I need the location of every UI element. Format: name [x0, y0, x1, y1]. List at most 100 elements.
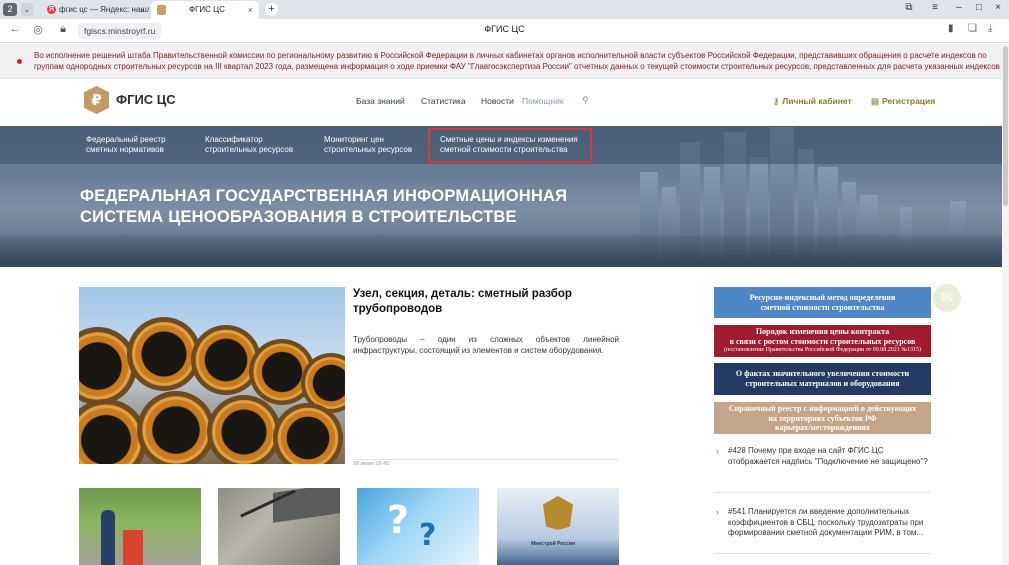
reader-icon[interactable]: ❏	[968, 23, 977, 34]
notice-text[interactable]: Во исполнение решений штаба Правительств…	[34, 50, 1000, 72]
pipe-shape	[273, 403, 343, 464]
person-figure	[101, 510, 115, 565]
button-line: Порядок изменения цены контракта	[755, 327, 890, 336]
tab-yandex[interactable]: Я фгис цс — Яндекс: нашлос ×	[41, 1, 149, 19]
registration-label: Регистрация	[882, 96, 936, 106]
button-line: О фактах значительного увеличения стоимо…	[735, 369, 910, 378]
divider	[353, 459, 619, 460]
contract-price-change-button[interactable]: Порядок изменения цены контракта в связи…	[714, 325, 931, 357]
chevron-right-icon: ›	[716, 446, 719, 456]
price-increase-facts-button[interactable]: О фактах значительного увеличения стоимо…	[714, 363, 931, 395]
equipment-shape	[123, 530, 143, 565]
menu-price-monitoring[interactable]: Мониторинг цен строительных ресурсов	[324, 135, 412, 155]
button-line: Справочный реестр с информацией о действ…	[728, 404, 917, 413]
menu-icon[interactable]: ≡	[928, 2, 942, 13]
new-tab-plus-icon[interactable]: +	[265, 3, 278, 16]
calculator-shape	[273, 488, 340, 523]
menu-line: Федеральный реестр	[86, 135, 166, 144]
featured-description: Трубопроводы – один из сложных объектов …	[353, 335, 619, 355]
button-line: строительных материалов и оборудования	[745, 378, 900, 388]
news-thumbnail-ministry[interactable]: Минстрой России	[497, 488, 619, 565]
button-line: на территориях субъектов РФ	[768, 413, 877, 423]
hero-title: ФЕДЕРАЛЬНАЯ ГОСУДАРСТВЕННАЯ ИНФОРМАЦИОНН…	[80, 186, 567, 228]
address-bar: ← ◎ 🔒︎ fgiscs.minstroyrf.ru ФГИС ЦС ▮ ❏ …	[0, 19, 1009, 43]
nav-knowledge-base[interactable]: База знаний	[356, 96, 405, 106]
ruble-logo-icon[interactable]: ₽	[84, 86, 109, 114]
nav-statistics[interactable]: Статистика	[421, 96, 466, 106]
menu-line: Мониторинг цен	[324, 135, 384, 144]
site-logo-text[interactable]: ФГИС ЦС	[116, 92, 176, 107]
quarries-registry-button[interactable]: Справочный реестр с информацией о действ…	[714, 402, 931, 434]
close-window-icon[interactable]: ×	[991, 2, 1005, 13]
nav-assistant[interactable]: Помощник	[522, 96, 564, 106]
hero-banner: Федеральный реестр сметных нормативов Кл…	[0, 126, 1009, 267]
lock-icon[interactable]: 🔒︎	[56, 23, 70, 36]
tab-counter-badge[interactable]: 2	[3, 3, 17, 16]
news-thumbnail-calculator[interactable]	[218, 488, 340, 565]
featured-image-pipes[interactable]	[79, 287, 345, 464]
tab-title: фгис цс — Яндекс: нашлос	[59, 5, 149, 14]
minimize-icon[interactable]: –	[952, 2, 966, 13]
account-icon[interactable]: ◎	[31, 23, 45, 36]
divider	[714, 553, 931, 554]
close-icon[interactable]: ×	[248, 1, 253, 19]
button-line: сметной стоимости строительства	[760, 302, 885, 312]
back-arrow-icon[interactable]: ←	[8, 23, 22, 35]
button-line: Ресурсно-индексный метод определения	[749, 293, 896, 302]
news-thumbnail-surveyor[interactable]	[79, 488, 201, 565]
maximize-icon[interactable]: □	[972, 2, 986, 13]
tab-title: ФГИС ЦС	[189, 5, 225, 14]
registration-link[interactable]: ▤ Регистрация	[871, 96, 935, 107]
yandex-favicon-icon: Я	[47, 5, 56, 14]
browser-tab-bar: 2 ⌄ Я фгис цс — Яндекс: нашлос × ФГИС ЦС…	[0, 0, 1009, 19]
pipe-shape	[207, 395, 281, 464]
qa-item[interactable]: › #541 Планируется ли введение дополните…	[714, 507, 931, 539]
button-line: карьерах/месторождениях	[774, 423, 871, 432]
menu-line: строительных ресурсов	[324, 145, 413, 154]
tab-fgis[interactable]: ФГИС ЦС ×	[151, 1, 259, 19]
url-field[interactable]: fgiscs.minstroyrf.ru	[78, 23, 162, 39]
resource-index-method-button[interactable]: Ресурсно-индексный метод определения сме…	[714, 287, 931, 318]
qa-text: #541 Планируется ли введение дополнитель…	[728, 507, 924, 537]
notice-banner: Во исполнение решений штаба Правительств…	[0, 44, 1009, 79]
site-header: ₽ ФГИС ЦС База знаний Статистика Новости…	[0, 80, 1009, 126]
highlight-box	[428, 128, 592, 163]
menu-line: сметных нормативов	[86, 145, 164, 154]
form-icon: ▤	[871, 96, 880, 106]
key-icon: ⚷	[773, 96, 780, 106]
pipe-shape	[127, 317, 201, 391]
city-foreground	[0, 235, 1009, 267]
qa-item[interactable]: › #428 Почему при входе на сайт ФГИС ЦС …	[714, 446, 931, 467]
scrollbar-thumb[interactable]	[1003, 46, 1008, 206]
question-mark-icon: ?	[387, 498, 410, 542]
button-note: (постановление Правительства Российской …	[723, 347, 921, 353]
notice-dot-icon	[17, 59, 22, 64]
qa-text: #428 Почему при входе на сайт ФГИС ЦС от…	[728, 446, 928, 466]
hero-title-line: ФЕДЕРАЛЬНАЯ ГОСУДАРСТВЕННАЯ ИНФОРМАЦИОНН…	[80, 187, 568, 205]
hero-menu: Федеральный реестр сметных нормативов Кл…	[0, 126, 1009, 164]
search-icon[interactable]: ⚲	[582, 95, 589, 106]
collections-icon[interactable]: ⧉	[902, 2, 916, 13]
coat-of-arms-icon	[543, 496, 573, 530]
close-icon[interactable]: ×	[140, 1, 145, 19]
hero-title-line: СИСТЕМА ЦЕНООБРАЗОВАНИЯ В СТРОИТЕЛЬСТВЕ	[80, 208, 517, 226]
divider	[714, 492, 931, 493]
mail-icon[interactable]: ✉	[933, 284, 961, 312]
menu-federal-registry[interactable]: Федеральный реестр сметных нормативов	[86, 135, 166, 155]
menu-classifier[interactable]: Классификатор строительных ресурсов	[205, 135, 293, 155]
featured-title[interactable]: Узел, секция, деталь: сметный разбор тру…	[353, 287, 613, 317]
question-mark-icon: ?	[419, 518, 437, 553]
personal-cabinet-label: Личный кабинет	[782, 96, 852, 106]
ministry-caption: Минстрой России	[531, 541, 575, 547]
nav-news[interactable]: Новости	[481, 96, 514, 106]
fgis-favicon-icon	[157, 5, 166, 15]
featured-date: 29 июня 16:45	[353, 461, 390, 467]
personal-cabinet-link[interactable]: ⚷ Личный кабинет	[773, 96, 852, 107]
chevron-down-icon[interactable]: ⌄	[21, 3, 33, 16]
menu-line: строительных ресурсов	[205, 145, 294, 154]
button-line: в связи с ростом стоимости строительных …	[729, 336, 916, 346]
chevron-right-icon: ›	[716, 507, 719, 517]
bookmark-icon[interactable]: ▮	[948, 23, 954, 34]
news-thumbnail-question-marks[interactable]: ? ?	[357, 488, 479, 565]
download-icon[interactable]: ⤓	[988, 23, 992, 34]
